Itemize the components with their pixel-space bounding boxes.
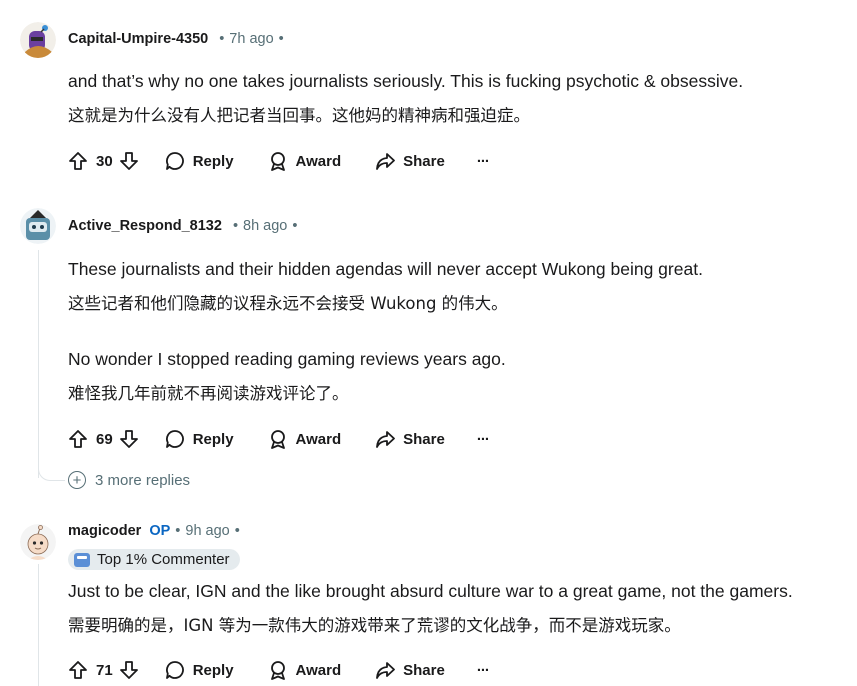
flair-icon (74, 552, 90, 567)
vote-count: 30 (96, 152, 113, 170)
reply-label: Reply (192, 152, 234, 170)
timestamp[interactable]: 8h ago (243, 218, 287, 234)
reply-label: Reply (192, 661, 234, 679)
downvote-icon (119, 661, 138, 679)
comment-text-en: Just to be clear, IGN and the like broug… (68, 581, 793, 601)
op-badge: OP (149, 523, 171, 539)
award-button[interactable]: Award (268, 429, 342, 449)
expand-plus-icon: + (68, 471, 86, 489)
comment-text-zh: 需要明确的是，IGN 等为一款伟大的游戏带来了荒谬的文化战争，而不是游戏玩家。 (68, 616, 681, 635)
reply-button[interactable]: Reply (165, 429, 234, 449)
thread-line[interactable] (38, 250, 39, 478)
avatar[interactable] (20, 208, 56, 244)
upvote-icon (69, 661, 87, 679)
share-button[interactable]: Share (375, 660, 445, 680)
upvote-icon (69, 152, 87, 170)
comment-meta: magicoder OP • 9h ago • (68, 523, 245, 539)
award-label: Award (295, 661, 342, 679)
reply-bubble-icon (165, 430, 184, 448)
separator-dot: • (232, 218, 239, 234)
reply-label: Reply (192, 430, 234, 448)
downvote-button[interactable] (119, 151, 139, 171)
avatar[interactable] (20, 22, 56, 58)
award-icon (270, 430, 285, 449)
more-replies-button[interactable]: + 3 more replies (68, 471, 190, 489)
award-button[interactable]: Award (268, 660, 342, 680)
separator-dot: • (219, 31, 225, 47)
share-label: Share (403, 152, 445, 170)
timestamp[interactable]: 9h ago (185, 523, 229, 539)
comment-meta: Capital-Umpire-4350 • 7h ago • (68, 31, 289, 47)
more-options-button[interactable]: ··· (476, 661, 490, 679)
award-icon (270, 661, 285, 680)
comment-actions: 30 Reply Award Share ··· (68, 151, 490, 171)
thread-line-curve (38, 462, 65, 481)
comment-actions: 71 Reply Award Share ··· (68, 660, 490, 680)
timestamp[interactable]: 7h ago (229, 31, 273, 47)
downvote-icon (119, 152, 138, 170)
award-icon (270, 152, 285, 171)
reply-bubble-icon (165, 152, 184, 170)
comment-text-en: No wonder I stopped reading gaming revie… (68, 349, 506, 369)
avatar[interactable] (20, 524, 56, 560)
reply-button[interactable]: Reply (165, 151, 234, 171)
downvote-icon (119, 430, 138, 448)
user-flair: Top 1% Commenter (68, 549, 240, 570)
comment-actions: 69 Reply Award Share ··· (68, 429, 490, 449)
upvote-button[interactable] (68, 151, 88, 171)
more-options-button[interactable]: ··· (476, 430, 490, 448)
separator-dot: • (278, 31, 284, 47)
share-icon (376, 153, 396, 170)
share-button[interactable]: Share (375, 151, 445, 171)
more-icon: ··· (476, 661, 490, 679)
downvote-button[interactable] (119, 660, 139, 680)
separator-dot: • (175, 523, 181, 539)
more-replies-label: 3 more replies (95, 471, 191, 489)
share-button[interactable]: Share (375, 429, 445, 449)
comment-text-zh: 这就是为什么没有人把记者当回事。这他妈的精神病和强迫症。 (68, 106, 530, 125)
vote-count: 71 (96, 661, 113, 679)
separator-dot: • (292, 218, 298, 234)
thread-line[interactable] (38, 564, 39, 686)
more-options-button[interactable]: ··· (476, 152, 490, 170)
comment-text-en: These journalists and their hidden agend… (68, 259, 703, 279)
upvote-icon (69, 430, 87, 448)
reply-bubble-icon (165, 661, 184, 679)
author-name[interactable]: magicoder (68, 523, 141, 539)
author-name[interactable]: Capital-Umpire-4350 (68, 31, 208, 47)
comment-text-en: and that’s why no one takes journalists … (68, 71, 744, 91)
more-icon: ··· (476, 430, 490, 448)
reply-button[interactable]: Reply (165, 660, 234, 680)
award-label: Award (295, 430, 342, 448)
vote-count: 69 (96, 430, 113, 448)
share-label: Share (403, 430, 445, 448)
downvote-button[interactable] (119, 429, 139, 449)
more-icon: ··· (476, 152, 490, 170)
award-button[interactable]: Award (268, 151, 342, 171)
share-icon (376, 662, 396, 679)
author-name[interactable]: Active_Respond_8132 (68, 218, 222, 234)
flair-label: Top 1% Commenter (97, 551, 230, 568)
share-icon (376, 431, 396, 448)
upvote-button[interactable] (68, 660, 88, 680)
comment-text-zh: 难怪我几年前就不再阅读游戏评论了。 (68, 384, 349, 403)
comment-meta: Active_Respond_8132 • 8h ago • (68, 218, 302, 234)
upvote-button[interactable] (68, 429, 88, 449)
separator-dot: • (234, 523, 240, 539)
comment-text-zh: 这些记者和他们隐藏的议程永远不会接受 Wukong 的伟大。 (68, 294, 508, 313)
award-label: Award (295, 152, 342, 170)
share-label: Share (403, 661, 445, 679)
